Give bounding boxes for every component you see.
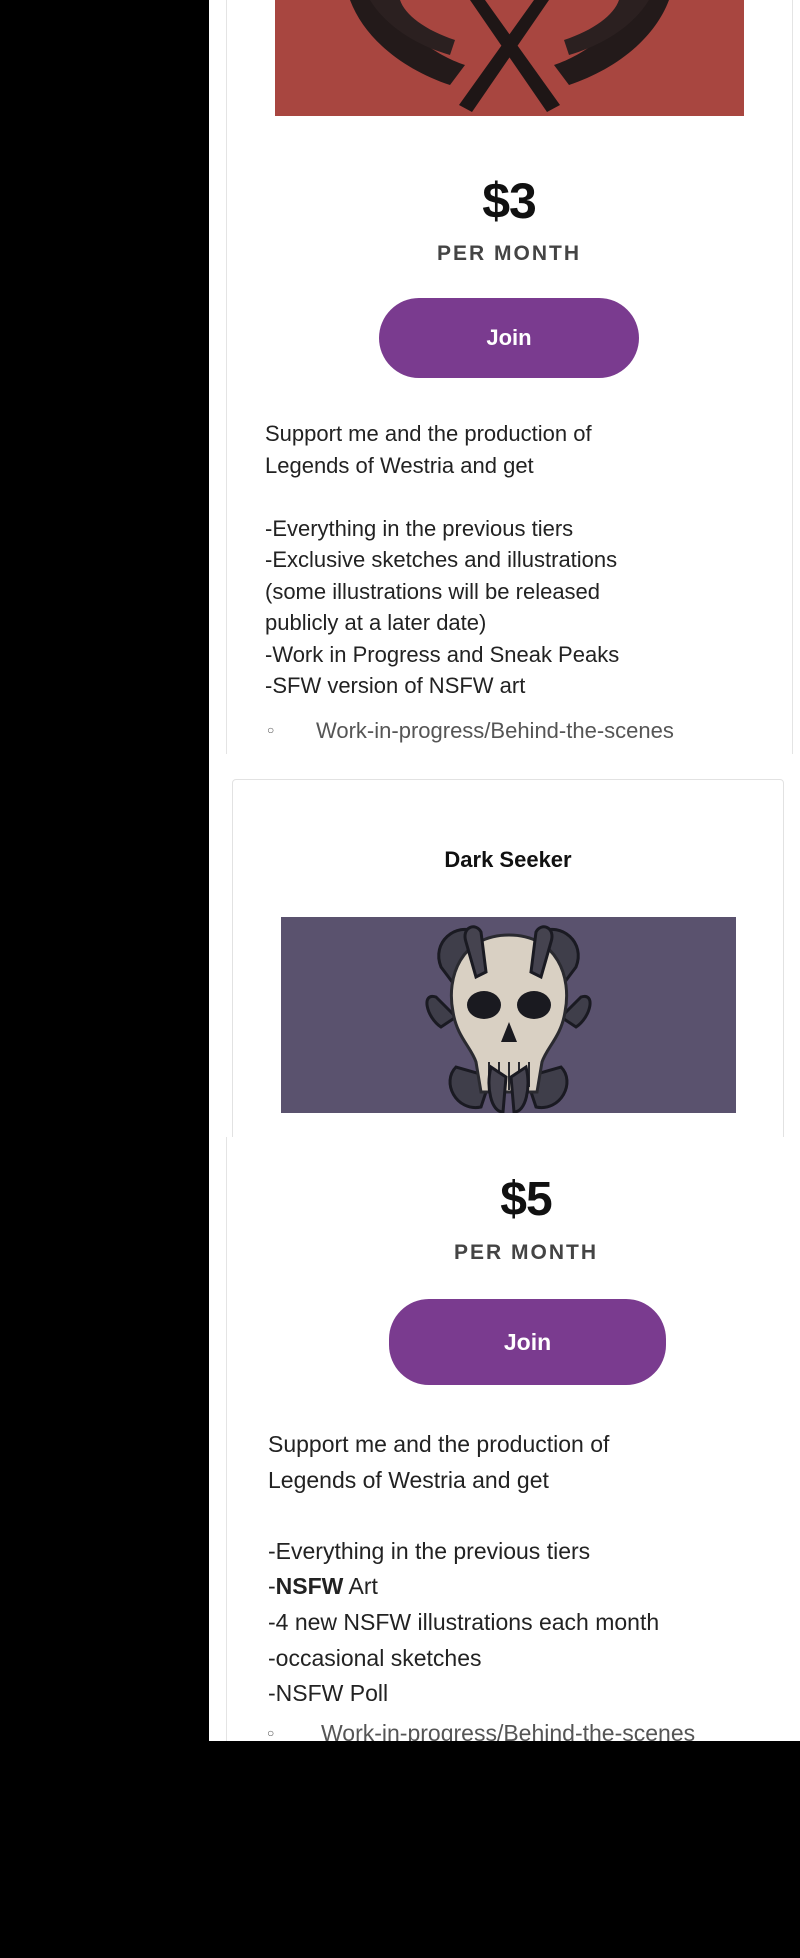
benefit-item: Work-in-progress/Behind-the-scenes bbox=[321, 1720, 696, 1741]
tier-price: $5 bbox=[500, 1173, 552, 1226]
description-line: Legends of Westria and get bbox=[265, 452, 534, 478]
tier-description: Support me and the production of Legends… bbox=[268, 1427, 788, 1712]
description-line: publicly at a later date) bbox=[265, 610, 487, 635]
tier-description: Support me and the production of Legends… bbox=[265, 418, 765, 702]
description-line: -NSFW Poll bbox=[268, 1680, 389, 1707]
description-line: Support me and the production of bbox=[268, 1431, 610, 1457]
crossed-swords-wings-icon bbox=[350, 0, 669, 112]
skull-hands-icon bbox=[425, 925, 592, 1113]
benefit-row-clipped: ○ Work-in-progress/Behind-the-scenes bbox=[209, 1720, 800, 1741]
description-line: -occasional sketches bbox=[268, 1644, 482, 1671]
description-line: Support me and the production of bbox=[265, 421, 592, 446]
description-line: -Work in Progress and Sneak Peaks bbox=[265, 641, 620, 667]
description-line: Legends of Westria and get bbox=[268, 1466, 549, 1493]
tier-banner-image bbox=[281, 917, 736, 1113]
join-button[interactable]: Join bbox=[379, 298, 639, 378]
description-line-nsfw: -NSFW Art bbox=[268, 1569, 788, 1605]
description-line: (some illustrations will be released bbox=[265, 578, 601, 604]
bullet-circle-icon: ○ bbox=[267, 1726, 275, 1740]
card-border bbox=[226, 1137, 227, 1741]
nsfw-bold-text: NSFW bbox=[275, 1573, 344, 1600]
join-button[interactable]: Join bbox=[389, 1299, 666, 1385]
benefit-item: Work-in-progress/Behind-the-scenes bbox=[316, 718, 674, 743]
line-prefix: - bbox=[268, 1573, 276, 1600]
screenshot-stage: $3 PER MONTH Join Support me and the pro… bbox=[0, 0, 800, 1958]
line-suffix: Art bbox=[343, 1573, 378, 1600]
price-period-label: PER MONTH bbox=[437, 242, 581, 265]
bullet-circle-icon: ○ bbox=[267, 723, 275, 737]
description-spacer bbox=[268, 1498, 788, 1534]
description-line: -Everything in the previous tiers bbox=[268, 1537, 591, 1564]
tier-banner-image bbox=[275, 0, 744, 116]
description-line: -SFW version of NSFW art bbox=[265, 673, 526, 698]
description-spacer bbox=[265, 481, 765, 513]
tier-title: Dark Seeker bbox=[444, 847, 572, 872]
price-period-label: PER MONTH bbox=[454, 1241, 598, 1264]
card-border bbox=[226, 0, 227, 754]
description-line: -Exclusive sketches and illustrations bbox=[265, 547, 618, 572]
description-line: -Everything in the previous tiers bbox=[265, 515, 574, 541]
tier-price: $3 bbox=[482, 173, 537, 229]
description-line: -4 new NSFW illustrations each month bbox=[268, 1608, 660, 1635]
card-border bbox=[792, 0, 793, 754]
